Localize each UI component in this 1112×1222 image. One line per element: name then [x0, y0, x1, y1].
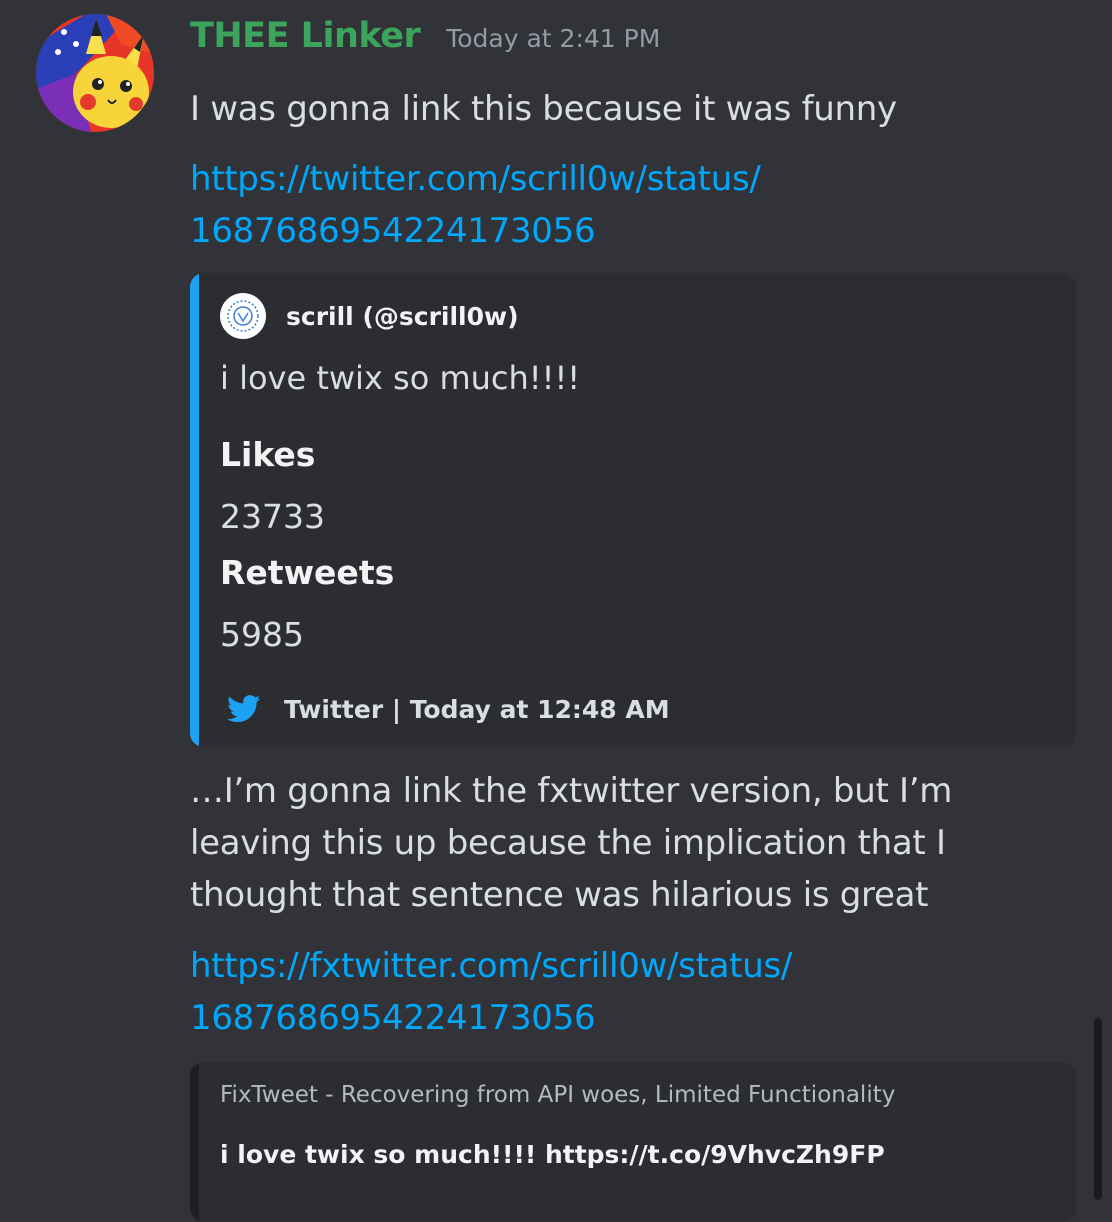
message-text-2: …I’m gonna link the fxtwitter version, b…	[190, 765, 952, 921]
pikachu-avatar-icon[interactable]	[36, 14, 154, 132]
embed-footer-text: Twitter | Today at 12:48 AM	[284, 694, 670, 724]
twitter-link-line-2[interactable]: 1687686954224173056	[190, 205, 761, 257]
embed-footer: Twitter | Today at 12:48 AM	[226, 691, 670, 727]
embed2-provider[interactable]: FixTweet - Recovering from API woes, Lim…	[220, 1082, 895, 1108]
twitter-link-line-1[interactable]: https://twitter.com/scrill0w/status/	[190, 153, 761, 205]
embed-description: i love twix so much!!!!	[220, 359, 581, 397]
message-text-2-line-2: leaving this up because the implication …	[190, 823, 946, 863]
username[interactable]: THEE Linker	[190, 16, 421, 56]
field-name-retweets: Retweets	[220, 553, 395, 592]
message-text-2-line-3: thought that sentence was hilarious is g…	[190, 875, 929, 915]
twitter-bird-icon	[226, 691, 262, 727]
twitter-link[interactable]: https://twitter.com/scrill0w/status/ 168…	[190, 153, 761, 257]
message-header: THEE Linker Today at 2:41 PM	[190, 16, 660, 64]
embed-author-name[interactable]: scrill (@scrill0w)	[286, 302, 519, 331]
message-timestamp[interactable]: Today at 2:41 PM	[446, 24, 660, 53]
field-value-retweets: 5985	[220, 615, 304, 654]
fxtwitter-link[interactable]: https://fxtwitter.com/scrill0w/status/ 1…	[190, 940, 792, 1044]
field-value-likes: 23733	[220, 497, 325, 536]
scrill-logo-icon	[220, 293, 266, 339]
chat-message: THEE Linker Today at 2:41 PM I was gonna…	[0, 0, 1112, 1222]
fxtwitter-embed: FixTweet - Recovering from API woes, Lim…	[190, 1062, 1076, 1222]
embed2-accent-bar	[190, 1062, 199, 1222]
embed-accent-bar	[190, 273, 199, 747]
message-text-2-line-1: …I’m gonna link the fxtwitter version, b…	[190, 771, 953, 811]
embed2-description: i love twix so much!!!! https://t.co/9Vh…	[220, 1140, 885, 1169]
message-text-1: I was gonna link this because it was fun…	[190, 89, 897, 129]
embed-author: scrill (@scrill0w)	[220, 293, 519, 339]
fxtwitter-link-line-1[interactable]: https://fxtwitter.com/scrill0w/status/	[190, 940, 792, 992]
field-name-likes: Likes	[220, 435, 316, 474]
scrollbar-thumb[interactable]	[1094, 1018, 1102, 1200]
twitter-embed: scrill (@scrill0w) i love twix so much!!…	[190, 273, 1076, 747]
fxtwitter-link-line-2[interactable]: 1687686954224173056	[190, 992, 792, 1044]
